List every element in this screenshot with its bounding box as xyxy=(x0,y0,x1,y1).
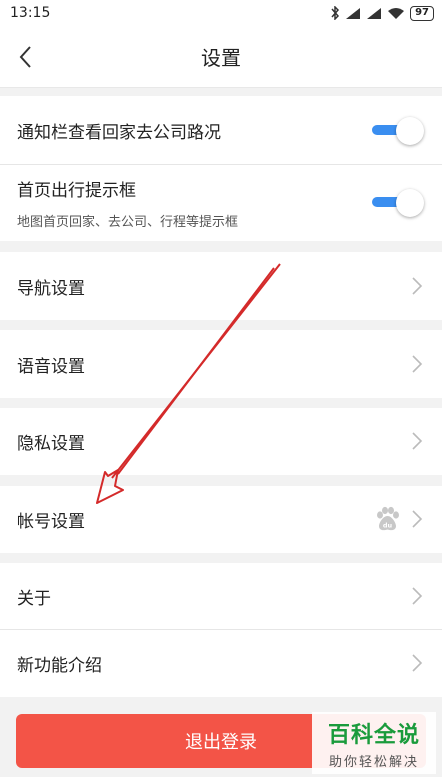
setting-new-features-label: 新功能介绍 xyxy=(17,656,102,676)
page-title: 设置 xyxy=(201,46,241,70)
logout-button-label: 退出登录 xyxy=(185,732,257,753)
status-bar: 13:15 97 xyxy=(0,0,442,26)
setting-about[interactable]: 关于 xyxy=(0,563,442,629)
chevron-right-icon xyxy=(412,587,423,605)
setting-about-label: 关于 xyxy=(17,588,51,609)
watermark-title: 百科全说 xyxy=(327,722,420,748)
setting-notify-route-label: 通知栏查看回家去公司路况 xyxy=(17,122,221,143)
back-button[interactable] xyxy=(12,42,42,72)
chevron-right-icon xyxy=(412,654,423,672)
status-time: 13:15 xyxy=(10,5,51,21)
setting-voice[interactable]: 语音设置 xyxy=(0,330,442,398)
chevron-right-icon xyxy=(412,277,423,295)
signal-icon xyxy=(346,7,361,19)
setting-home-tip-description: 地图首页回家、去公司、行程等提示框 xyxy=(17,215,239,230)
bluetooth-icon xyxy=(331,6,340,20)
setting-navigation[interactable]: 导航设置 xyxy=(0,252,442,320)
status-icons: 97 xyxy=(330,5,434,21)
setting-new-features[interactable]: 新功能介绍 xyxy=(0,630,442,697)
setting-notify-route: 通知栏查看回家去公司路况 xyxy=(0,96,442,164)
setting-account[interactable]: 帐号设置 du xyxy=(0,486,442,553)
nav-bar: 设置 xyxy=(0,26,442,88)
wifi-icon xyxy=(388,7,405,19)
chevron-right-icon xyxy=(412,510,423,528)
chevron-right-icon xyxy=(412,432,423,450)
signal-icon xyxy=(367,7,382,19)
watermark-subtitle: 助你轻松解决 xyxy=(328,754,419,770)
home-tip-toggle[interactable] xyxy=(372,187,424,217)
setting-privacy-label: 隐私设置 xyxy=(17,434,85,454)
chevron-left-icon xyxy=(19,46,31,68)
setting-privacy[interactable]: 隐私设置 xyxy=(0,408,442,475)
svg-text:du: du xyxy=(383,522,393,530)
battery-indicator: 97 xyxy=(410,5,434,21)
setting-home-tip-text: 首页出行提示框 地图首页回家、去公司、行程等提示框 xyxy=(17,176,238,230)
setting-navigation-label: 导航设置 xyxy=(17,278,85,299)
notify-route-toggle[interactable] xyxy=(372,115,424,145)
setting-voice-label: 语音设置 xyxy=(17,356,85,377)
setting-account-label: 帐号设置 xyxy=(17,512,85,532)
watermark: 百科全说 助你轻松解决 xyxy=(312,712,436,774)
chevron-right-icon xyxy=(412,355,423,373)
toggle-knob xyxy=(396,117,424,145)
toggle-knob xyxy=(396,189,424,217)
setting-home-tip-label: 首页出行提示框 xyxy=(17,181,136,201)
baidu-paw-icon: du xyxy=(377,506,399,531)
setting-home-tip: 首页出行提示框 地图首页回家、去公司、行程等提示框 xyxy=(0,165,442,241)
